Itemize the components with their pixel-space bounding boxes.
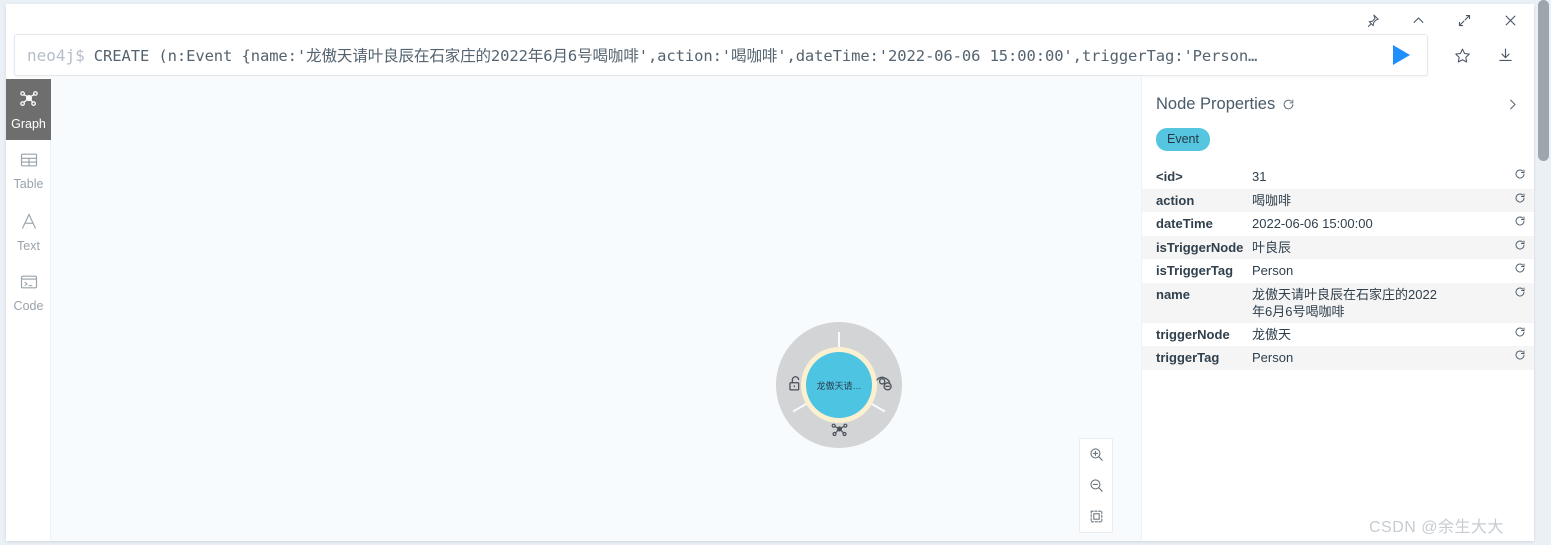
node-properties-panel: Node Properties Event <id> 31 action 喝咖啡…	[1141, 78, 1534, 541]
copy-icon[interactable]	[1514, 286, 1526, 298]
copy-icon[interactable]	[1514, 215, 1526, 227]
property-key: triggerNode	[1156, 326, 1230, 342]
property-value: 2022-06-06 15:00:00	[1252, 216, 1373, 231]
zoom-in-icon[interactable]	[1080, 439, 1112, 470]
copy-icon[interactable]	[1514, 349, 1526, 361]
copy-icon[interactable]	[1514, 262, 1526, 274]
graph-node-label: 龙傲天请…	[816, 380, 862, 391]
property-key: isTriggerNode	[1156, 239, 1244, 255]
query-editor-bar: neo4j$ CREATE (n:Event {name:'龙傲天请叶良辰在石家…	[6, 32, 1534, 78]
property-key: action	[1156, 192, 1195, 208]
editor-prompt: neo4j$	[27, 45, 85, 65]
node-properties-title: Node Properties	[1156, 94, 1276, 113]
property-value: Person	[1252, 263, 1294, 278]
copy-icon[interactable]	[1514, 326, 1526, 338]
neo4j-browser-frame: neo4j$ CREATE (n:Event {name:'龙傲天请叶良辰在石家…	[6, 4, 1534, 541]
editor-actions	[1428, 47, 1534, 64]
collapse-icon[interactable]	[1408, 10, 1428, 30]
code-icon	[18, 272, 40, 297]
page-scrollbar[interactable]	[1536, 0, 1551, 545]
property-value: 喝咖啡	[1252, 192, 1292, 208]
copy-icon[interactable]	[1514, 168, 1526, 180]
pin-icon[interactable]	[1362, 10, 1382, 30]
table-row: name 龙傲天请叶良辰在石家庄的2022年6月6号喝咖啡	[1142, 282, 1534, 323]
zoom-out-icon[interactable]	[1080, 470, 1112, 501]
copy-icon[interactable]	[1514, 239, 1526, 251]
sidebar-item-graph[interactable]: Graph	[6, 79, 51, 140]
table-row: action 喝咖啡	[1142, 188, 1534, 212]
property-value: 龙傲天请叶良辰在石家庄的2022年6月6号喝咖啡	[1252, 286, 1437, 319]
node-label-badge-row: Event	[1142, 116, 1534, 165]
text-icon	[18, 211, 40, 237]
result-view-sidebar: Graph Table Text Code	[6, 78, 51, 541]
property-key: triggerTag	[1156, 350, 1220, 365]
sidebar-item-code[interactable]: Code	[6, 262, 51, 323]
property-key: dateTime	[1156, 216, 1213, 231]
property-key: <id>	[1156, 169, 1183, 184]
node-properties-header: Node Properties	[1142, 92, 1534, 116]
download-icon[interactable]	[1497, 47, 1514, 64]
result-frame-body: Graph Table Text Code 龙傲天请… Node Propert…	[6, 78, 1534, 541]
sidebar-item-table[interactable]: Table	[6, 140, 51, 201]
table-row: <id> 31	[1142, 165, 1534, 189]
graph-node[interactable]: 龙傲天请…	[806, 352, 872, 418]
refresh-icon[interactable]	[1282, 98, 1295, 111]
query-text[interactable]: CREATE (n:Event {name:'龙傲天请叶良辰在石家庄的2022年…	[94, 44, 1375, 66]
sidebar-item-table-label: Table	[13, 177, 44, 192]
sidebar-item-code-label: Code	[13, 299, 44, 314]
sidebar-item-text-label: Text	[17, 238, 40, 253]
property-value: 龙傲天	[1252, 326, 1292, 342]
play-icon	[1392, 45, 1410, 65]
zoom-fit-icon[interactable]	[1080, 501, 1112, 532]
table-row: isTriggerTag Person	[1142, 259, 1534, 283]
sidebar-item-graph-label: Graph	[11, 117, 46, 132]
zoom-controls	[1079, 438, 1113, 533]
close-icon[interactable]	[1500, 10, 1520, 30]
property-key: name	[1156, 286, 1190, 302]
sidebar-item-text[interactable]: Text	[6, 201, 51, 262]
table-row: triggerTag Person	[1142, 346, 1534, 370]
property-key: isTriggerTag	[1156, 263, 1234, 278]
property-value: 31	[1252, 169, 1267, 184]
run-query-button[interactable]	[1375, 35, 1427, 75]
copy-icon[interactable]	[1514, 192, 1526, 204]
favorite-star-icon[interactable]	[1454, 47, 1471, 64]
graph-node-group: 龙傲天请…	[776, 322, 902, 448]
graph-canvas[interactable]: 龙傲天请…	[51, 78, 1141, 541]
chevron-right-icon[interactable]	[1505, 97, 1520, 112]
status-badge[interactable]: Event	[1156, 128, 1210, 151]
table-row: triggerNode 龙傲天	[1142, 323, 1534, 347]
query-editor[interactable]: neo4j$ CREATE (n:Event {name:'龙傲天请叶良辰在石家…	[14, 34, 1428, 76]
watermark: CSDN @余生大大	[1368, 519, 1504, 536]
property-value: Person	[1252, 350, 1294, 365]
node-properties-table: <id> 31 action 喝咖啡 dateTime 2022-06-06 1…	[1142, 165, 1534, 370]
page-scrollbar-thumb[interactable]	[1538, 0, 1549, 161]
table-icon	[18, 150, 40, 175]
property-value: 叶良辰	[1252, 239, 1292, 255]
graph-icon	[17, 88, 41, 115]
table-row: isTriggerNode 叶良辰	[1142, 235, 1534, 259]
expand-icon[interactable]	[1454, 10, 1474, 30]
table-row: dateTime 2022-06-06 15:00:00	[1142, 212, 1534, 236]
